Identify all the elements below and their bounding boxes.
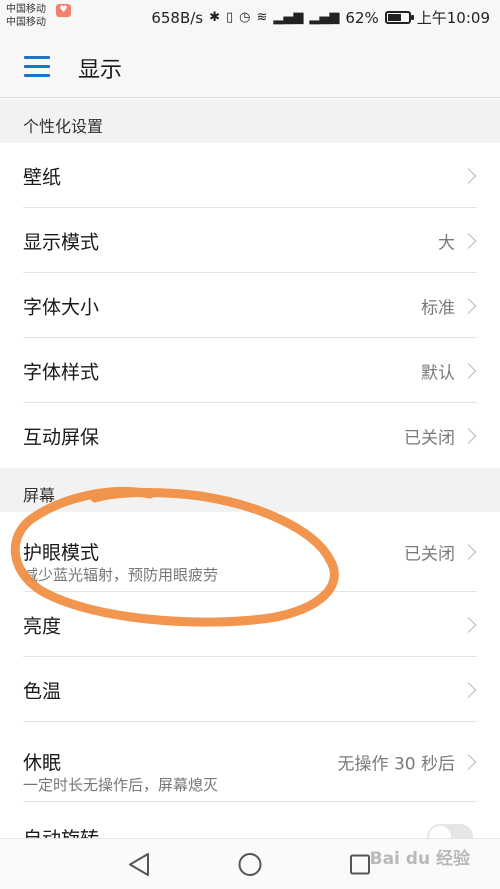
carrier-1: 中国移动 xyxy=(6,4,46,15)
settings-row-color-temperature[interactable]: 色温 xyxy=(0,657,500,722)
settings-row-display-mode[interactable]: 显示模式 大 xyxy=(0,208,500,273)
status-indicators: 658B/s ✱ ▯ ◷ ≋ ▂▄▆ ▂▄▆ 62% 上午10:09 xyxy=(151,7,490,28)
vibrate-icon: ▯ xyxy=(226,10,234,25)
home-circle-icon[interactable] xyxy=(220,839,280,889)
app-bar: 显示 xyxy=(0,36,500,98)
battery-icon xyxy=(384,11,414,24)
row-label: 护眼模式 xyxy=(23,542,100,564)
chevron-right-icon xyxy=(460,544,477,560)
4g-signal-icon: ▂▄▆ xyxy=(273,10,304,25)
chevron-right-icon xyxy=(460,616,477,633)
row-value: 已关闭 xyxy=(404,544,455,565)
settings-row-font-size[interactable]: 字体大小 标准 xyxy=(0,273,500,338)
row-label: 字体大小 xyxy=(23,296,100,318)
chevron-right-icon xyxy=(460,681,477,698)
page-title: 显示 xyxy=(78,58,123,83)
battery-level-fill xyxy=(387,14,402,21)
settings-row-eye-comfort[interactable]: 护眼模式 减少蓝光辐射，预防用眼疲劳 已关闭 xyxy=(0,512,500,592)
menu-icon[interactable] xyxy=(24,56,50,78)
settings-row-wallpaper[interactable]: 壁纸 xyxy=(0,143,500,208)
status-bar: 中国移动 中国移动 ♥ 658B/s ✱ ▯ ◷ ≋ ▂▄▆ ▂▄▆ 62% 上… xyxy=(0,0,500,36)
wifi-icon: ≋ xyxy=(256,10,268,25)
settings-row-auto-rotate[interactable]: 自动旋转 xyxy=(0,802,500,842)
section-header-screen: 屏幕 xyxy=(0,468,500,512)
chevron-right-icon xyxy=(460,167,477,184)
chevron-right-icon xyxy=(460,754,477,770)
carrier-labels: 中国移动 中国移动 xyxy=(6,3,46,29)
2g-signal-icon: ▂▄▆ xyxy=(309,10,340,25)
carrier-2: 中国移动 xyxy=(6,17,46,28)
settings-row-sleep[interactable]: 休眠 一定时长无操作后，屏幕熄灭 无操作 30 秒后 xyxy=(0,722,500,802)
row-label: 亮度 xyxy=(23,615,62,637)
bluetooth-icon: ✱ xyxy=(209,10,221,25)
row-label: 休眠 xyxy=(23,752,62,774)
row-value: 标准 xyxy=(421,298,455,318)
row-label: 字体样式 xyxy=(23,361,100,383)
back-triangle-icon[interactable] xyxy=(108,839,168,889)
row-sublabel: 一定时长无操作后，屏幕熄灭 xyxy=(23,776,219,794)
settings-row-font-style[interactable]: 字体样式 默认 xyxy=(0,338,500,403)
chevron-right-icon xyxy=(460,362,477,379)
row-value: 大 xyxy=(438,233,455,253)
notification-badge-icon: ♥ xyxy=(56,4,71,17)
settings-row-interactive-screensaver[interactable]: 互动屏保 已关闭 xyxy=(0,403,500,468)
chevron-right-icon xyxy=(460,297,477,314)
row-label: 色温 xyxy=(23,680,62,702)
row-label: 壁纸 xyxy=(23,166,62,188)
chevron-right-icon xyxy=(460,232,477,249)
battery-percent: 62% xyxy=(345,8,379,27)
chevron-right-icon xyxy=(460,427,477,444)
row-sublabel: 减少蓝光辐射，预防用眼疲劳 xyxy=(23,566,219,584)
section-header-personalization: 个性化设置 xyxy=(0,99,500,143)
row-label: 显示模式 xyxy=(23,231,100,253)
clock: 上午10:09 xyxy=(416,9,490,27)
settings-row-brightness[interactable]: 亮度 xyxy=(0,592,500,657)
alarm-icon: ◷ xyxy=(239,10,251,25)
row-value: 已关闭 xyxy=(404,428,455,448)
row-label: 互动屏保 xyxy=(23,426,100,448)
row-value: 无操作 30 秒后 xyxy=(337,754,455,775)
network-speed: 658B/s xyxy=(151,8,204,27)
watermark: Bai du 经验 xyxy=(369,849,470,869)
row-value: 默认 xyxy=(421,363,455,383)
